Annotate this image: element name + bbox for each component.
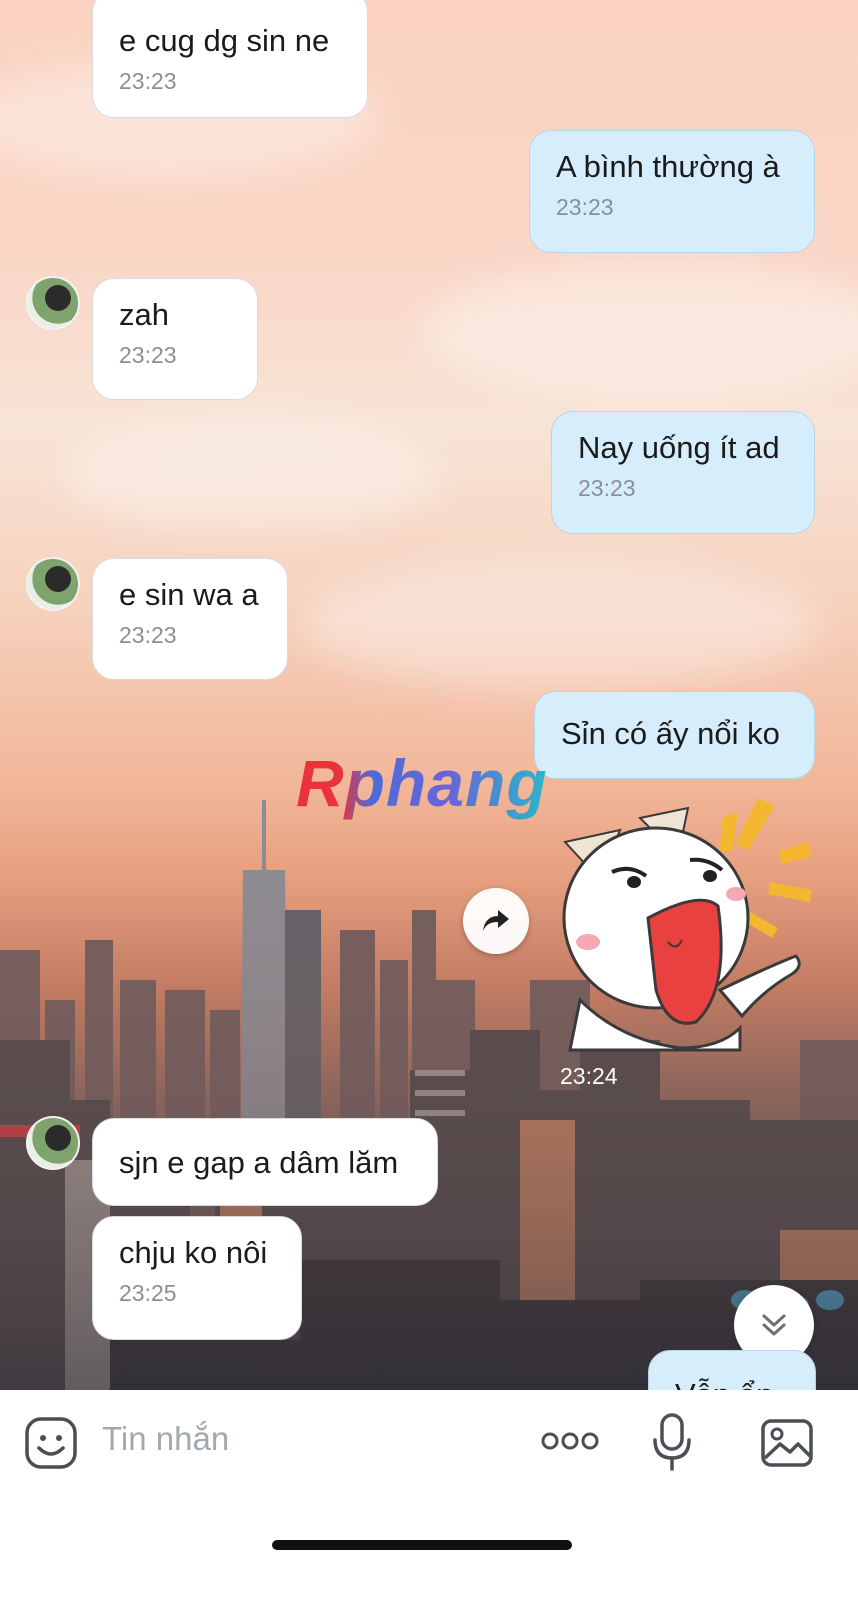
message-bubble-incoming[interactable]: zah 23:23: [92, 278, 258, 400]
message-time: 23:23: [119, 622, 177, 648]
message-time: 23:23: [119, 342, 177, 368]
message-input-bar: Tin nhắn: [0, 1390, 858, 1600]
message-text: A bình thường à: [556, 149, 780, 184]
contact-avatar[interactable]: [26, 1116, 80, 1170]
message-time: 23:25: [119, 1280, 177, 1306]
mic-icon[interactable]: [652, 1412, 692, 1472]
message-time: 23:23: [578, 475, 636, 501]
contact-avatar[interactable]: [26, 276, 80, 330]
message-bubble-outgoing[interactable]: A bình thường à 23:23: [529, 130, 815, 253]
message-bubble-incoming[interactable]: sjn e gap a dâm lăm: [92, 1118, 438, 1206]
message-text: Nay uống ít ad: [578, 430, 780, 465]
message-bubble-outgoing[interactable]: Sỉn có ấy nổi ko: [534, 691, 815, 779]
more-icon[interactable]: [540, 1428, 600, 1454]
message-text: Sỉn có ấy nổi ko: [561, 716, 780, 751]
message-text: sjn e gap a dâm lăm: [119, 1145, 399, 1180]
message-text: zah: [119, 297, 169, 332]
home-indicator[interactable]: [272, 1540, 572, 1550]
message-time: 23:23: [556, 194, 614, 220]
sticker-time: 23:24: [560, 1063, 618, 1089]
watermark-logo: Rphang: [296, 745, 548, 821]
image-icon[interactable]: [760, 1416, 814, 1470]
message-bubble-incoming[interactable]: chju ko nôi 23:25: [92, 1216, 302, 1340]
cat-sticker-icon[interactable]: [560, 790, 820, 1055]
message-bubble-incoming[interactable]: e cug dg sin ne 23:23: [92, 0, 368, 118]
message-bubble-incoming[interactable]: e sin wa a 23:23: [92, 558, 288, 680]
message-text: chju ko nôi: [119, 1235, 268, 1270]
message-text: e sin wa a: [119, 577, 259, 612]
forward-button[interactable]: [463, 888, 529, 954]
message-input[interactable]: Tin nhắn: [102, 1420, 229, 1458]
double-chevron-down-icon: [762, 1314, 786, 1336]
contact-avatar[interactable]: [26, 557, 80, 611]
message-time: 23:23: [119, 68, 177, 94]
forward-arrow-icon: [483, 910, 509, 931]
message-text: e cug dg sin ne: [119, 23, 330, 58]
emoji-icon[interactable]: [24, 1416, 78, 1470]
message-bubble-outgoing[interactable]: Nay uống ít ad 23:23: [551, 411, 815, 534]
watermark-text: Rphang: [296, 746, 548, 820]
